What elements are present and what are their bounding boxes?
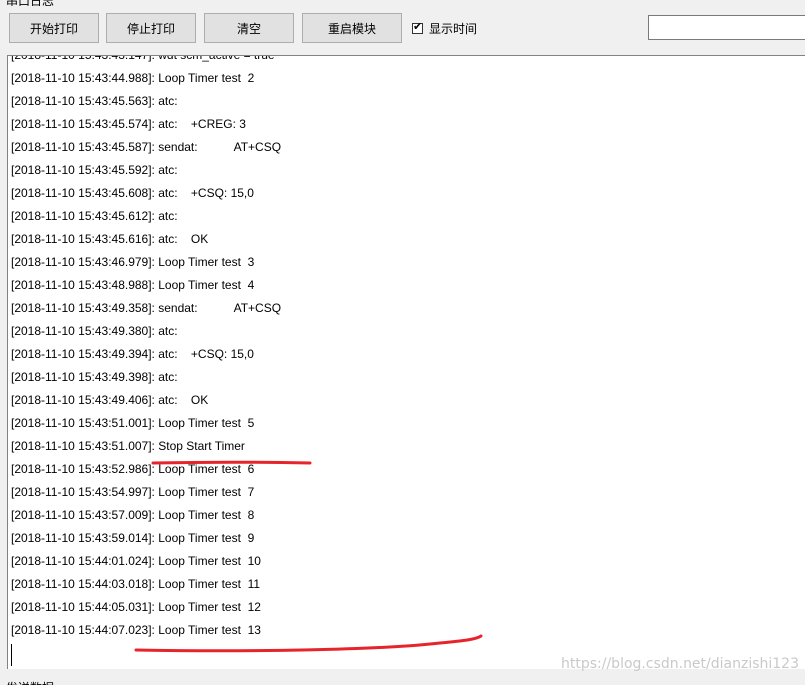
log-line: [2018-11-10 15:43:59.014]: Loop Timer te… <box>11 531 255 545</box>
log-output-area[interactable]: [2018-11-10 15:43:43.147]: wdt scm_activ… <box>7 55 805 669</box>
log-line: [2018-11-10 15:43:49.358]: sendat: AT+CS… <box>11 301 282 315</box>
log-line: [2018-11-10 15:43:45.608]: atc: +CSQ: 15… <box>11 186 254 200</box>
log-line: [2018-11-10 15:44:01.024]: Loop Timer te… <box>11 554 261 568</box>
log-line: [2018-11-10 15:43:49.406]: atc: OK <box>11 393 209 407</box>
log-line: [2018-11-10 15:44:07.023]: Loop Timer te… <box>11 623 261 637</box>
clear-button[interactable]: 清空 <box>204 13 294 43</box>
start-print-button[interactable]: 开始打印 <box>9 13 99 43</box>
log-line: [2018-11-10 15:43:52.986]: Loop Timer te… <box>11 462 255 476</box>
show-time-checkbox[interactable]: ✔ 显示时间 <box>412 20 477 36</box>
log-line: [2018-11-10 15:43:49.398]: atc: <box>11 370 178 384</box>
checkmark-icon: ✔ <box>413 19 423 33</box>
log-line: [2018-11-10 15:43:57.009]: Loop Timer te… <box>11 508 255 522</box>
log-line: [2018-11-10 15:43:45.587]: sendat: AT+CS… <box>11 140 282 154</box>
log-line: [2018-11-10 15:44:03.018]: Loop Timer te… <box>11 577 261 591</box>
log-line: [2018-11-10 15:43:45.563]: atc: <box>11 94 178 108</box>
log-line: [2018-11-10 15:43:49.380]: atc: <box>11 324 178 338</box>
log-line: [2018-11-10 15:43:48.988]: Loop Timer te… <box>11 278 255 292</box>
search-input[interactable] <box>648 15 805 40</box>
log-line: [2018-11-10 15:43:46.979]: Loop Timer te… <box>11 255 255 269</box>
log-line: [2018-11-10 15:43:45.592]: atc: <box>11 163 178 177</box>
checkbox-box[interactable]: ✔ <box>412 19 423 34</box>
log-line: [2018-11-10 15:44:05.031]: Loop Timer te… <box>11 600 261 614</box>
log-line: [2018-11-10 15:43:49.394]: atc: +CSQ: 15… <box>11 347 254 361</box>
log-line: [2018-11-10 15:43:43.147]: wdt scm_activ… <box>11 55 275 62</box>
restart-module-button[interactable]: 重启模块 <box>302 13 402 43</box>
log-line: [2018-11-10 15:43:45.616]: atc: OK <box>11 232 209 246</box>
top-cut-label: 串口日志 <box>0 0 805 6</box>
log-lines: [2018-11-10 15:43:43.147]: wdt scm_activ… <box>11 55 282 642</box>
log-line: [2018-11-10 15:43:45.574]: atc: +CREG: 3 <box>11 117 246 131</box>
log-line: [2018-11-10 15:43:45.612]: atc: <box>11 209 178 223</box>
log-line: [2018-11-10 15:43:51.001]: Loop Timer te… <box>11 416 255 430</box>
log-line: [2018-11-10 15:43:44.988]: Loop Timer te… <box>11 71 255 85</box>
bottom-cut-label: 发送数据 <box>0 676 120 685</box>
stop-print-button[interactable]: 停止打印 <box>106 13 196 43</box>
log-line: [2018-11-10 15:43:51.007]: Stop Start Ti… <box>11 439 245 453</box>
watermark-text: https://blog.csdn.net/dianzishi123 <box>561 656 799 672</box>
text-caret <box>11 644 12 666</box>
show-time-label: 显示时间 <box>429 21 478 36</box>
log-line: [2018-11-10 15:43:54.997]: Loop Timer te… <box>11 485 255 499</box>
